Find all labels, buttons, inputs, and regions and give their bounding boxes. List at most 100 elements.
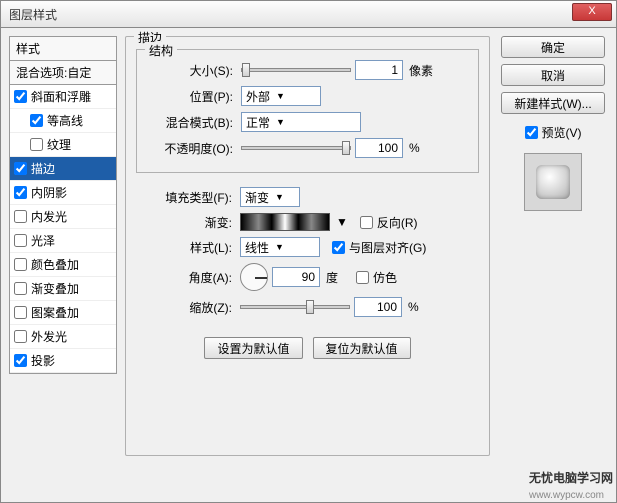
- style-item-6[interactable]: 光泽: [10, 229, 116, 253]
- style-item-9[interactable]: 图案叠加: [10, 301, 116, 325]
- new-style-button[interactable]: 新建样式(W)...: [501, 92, 605, 114]
- filltype-label: 填充类型(F):: [144, 189, 236, 206]
- align-checkbox[interactable]: [332, 241, 345, 254]
- size-unit: 像素: [409, 62, 433, 79]
- style-checkbox[interactable]: [14, 186, 27, 199]
- gradient-label: 渐变:: [144, 214, 236, 231]
- style-label: 斜面和浮雕: [31, 88, 91, 105]
- style-label: 光泽: [31, 232, 55, 249]
- opacity-unit: %: [409, 141, 420, 155]
- style-label: 外发光: [31, 328, 67, 345]
- structure-title: 结构: [145, 42, 177, 59]
- reset-default-button[interactable]: 复位为默认值: [313, 337, 411, 359]
- style-checkbox[interactable]: [14, 282, 27, 295]
- title-bar: 图层样式 X: [0, 0, 617, 28]
- gradient-preview[interactable]: [240, 213, 330, 231]
- dither-checkbox[interactable]: [356, 271, 369, 284]
- angle-unit: 度: [326, 269, 338, 286]
- preview-label: 预览(V): [542, 124, 582, 141]
- styles-list: 斜面和浮雕等高线纹理描边内阴影内发光光泽颜色叠加渐变叠加图案叠加外发光投影: [9, 85, 117, 374]
- ok-button[interactable]: 确定: [501, 36, 605, 58]
- style-item-4[interactable]: 内阴影: [10, 181, 116, 205]
- main-area: 样式 混合选项:自定 斜面和浮雕等高线纹理描边内阴影内发光光泽颜色叠加渐变叠加图…: [0, 28, 617, 503]
- reverse-label: 反向(R): [377, 214, 418, 231]
- opacity-label: 不透明度(O):: [145, 140, 237, 157]
- style-checkbox[interactable]: [14, 306, 27, 319]
- style-checkbox[interactable]: [30, 114, 43, 127]
- right-panel: 确定 取消 新建样式(W)... 预览(V): [498, 36, 608, 494]
- style-checkbox[interactable]: [14, 210, 27, 223]
- style-combo[interactable]: 线性▼: [240, 237, 320, 257]
- style-label: 颜色叠加: [31, 256, 79, 273]
- watermark: 无忧电脑学习网 www.wypcw.com: [529, 469, 613, 501]
- fill-group: 填充类型(F): 渐变▼ 渐变: ▼ 反向(R) 样式(L): 线性▼ 与图层对…: [136, 183, 479, 327]
- structure-group: 结构 大小(S): 像素 位置(P): 外部▼ 混合模式(B): 正常▼ 不透明…: [136, 49, 479, 173]
- style-label: 渐变叠加: [31, 280, 79, 297]
- styles-panel: 样式 混合选项:自定 斜面和浮雕等高线纹理描边内阴影内发光光泽颜色叠加渐变叠加图…: [9, 36, 117, 494]
- position-combo[interactable]: 外部▼: [241, 86, 321, 106]
- scale-input[interactable]: [354, 297, 402, 317]
- slider-thumb[interactable]: [306, 300, 314, 314]
- chevron-down-icon: ▼: [275, 242, 284, 252]
- style-label: 内发光: [31, 208, 67, 225]
- set-default-button[interactable]: 设置为默认值: [204, 337, 302, 359]
- style-label: 样式(L):: [144, 239, 236, 256]
- style-item-5[interactable]: 内发光: [10, 205, 116, 229]
- preview-swatch: [536, 165, 570, 199]
- style-label: 内阴影: [31, 184, 67, 201]
- position-label: 位置(P):: [145, 88, 237, 105]
- scale-unit: %: [408, 300, 419, 314]
- slider-thumb[interactable]: [242, 63, 250, 77]
- style-checkbox[interactable]: [14, 330, 27, 343]
- scale-label: 缩放(Z):: [144, 299, 236, 316]
- style-checkbox[interactable]: [14, 354, 27, 367]
- style-item-10[interactable]: 外发光: [10, 325, 116, 349]
- style-item-3[interactable]: 描边: [10, 157, 116, 181]
- blend-combo[interactable]: 正常▼: [241, 112, 361, 132]
- style-label: 图案叠加: [31, 304, 79, 321]
- stroke-group: 描边 结构 大小(S): 像素 位置(P): 外部▼ 混合模式(B): 正常▼: [125, 36, 490, 456]
- style-label: 描边: [31, 160, 55, 177]
- styles-header[interactable]: 样式: [9, 36, 117, 61]
- cancel-button[interactable]: 取消: [501, 64, 605, 86]
- scale-slider[interactable]: [240, 305, 350, 309]
- chevron-down-icon: ▼: [276, 91, 285, 101]
- dither-label: 仿色: [373, 269, 397, 286]
- style-checkbox[interactable]: [14, 258, 27, 271]
- style-checkbox[interactable]: [30, 138, 43, 151]
- preview-checkbox[interactable]: [525, 126, 538, 139]
- style-checkbox[interactable]: [14, 234, 27, 247]
- style-label: 投影: [31, 352, 55, 369]
- angle-input[interactable]: [272, 267, 320, 287]
- style-item-7[interactable]: 颜色叠加: [10, 253, 116, 277]
- align-label: 与图层对齐(G): [349, 239, 426, 256]
- size-slider[interactable]: [241, 68, 351, 72]
- style-item-1[interactable]: 等高线: [10, 109, 116, 133]
- preview-thumbnail: [524, 153, 582, 211]
- angle-dial[interactable]: [240, 263, 268, 291]
- size-input[interactable]: [355, 60, 403, 80]
- style-item-2[interactable]: 纹理: [10, 133, 116, 157]
- window-title: 图层样式: [9, 6, 57, 23]
- chevron-down-icon[interactable]: ▼: [336, 215, 348, 229]
- opacity-slider[interactable]: [241, 146, 351, 150]
- style-item-8[interactable]: 渐变叠加: [10, 277, 116, 301]
- chevron-down-icon: ▼: [275, 192, 284, 202]
- blend-label: 混合模式(B):: [145, 114, 237, 131]
- style-label: 等高线: [47, 112, 83, 129]
- style-checkbox[interactable]: [14, 162, 27, 175]
- reverse-checkbox[interactable]: [360, 216, 373, 229]
- center-panel: 描边 结构 大小(S): 像素 位置(P): 外部▼ 混合模式(B): 正常▼: [125, 36, 490, 494]
- blend-options[interactable]: 混合选项:自定: [9, 61, 117, 85]
- angle-label: 角度(A):: [144, 269, 236, 286]
- style-checkbox[interactable]: [14, 90, 27, 103]
- close-button[interactable]: X: [572, 3, 612, 21]
- slider-thumb[interactable]: [342, 141, 350, 155]
- style-item-11[interactable]: 投影: [10, 349, 116, 373]
- size-label: 大小(S):: [145, 62, 237, 79]
- chevron-down-icon: ▼: [276, 117, 285, 127]
- filltype-combo[interactable]: 渐变▼: [240, 187, 300, 207]
- style-item-0[interactable]: 斜面和浮雕: [10, 85, 116, 109]
- opacity-input[interactable]: [355, 138, 403, 158]
- style-label: 纹理: [47, 136, 71, 153]
